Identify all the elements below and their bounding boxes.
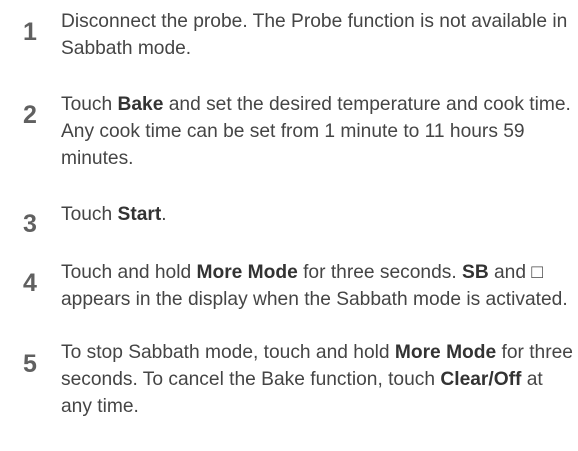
step-text-part: Touch [61,204,118,225]
step-text-part: To stop Sabbath mode, touch and hold [61,342,395,363]
step-number: 2 [23,101,37,129]
step-keyword-more-mode: More Mode [394,342,497,363]
step-number: 1 [23,18,37,46]
step-keyword-start: Start [117,204,162,225]
step-text: Touch Bake and set the desired temperatu… [61,91,573,172]
step-text: Touch and hold More Mode for three secon… [61,259,573,313]
step-keyword-more-mode: More Mode [196,262,298,283]
step-text: Touch Start. [61,201,573,228]
step-keyword-clear-off: Clear/Off [440,369,522,390]
step-text-part: for three seconds. [297,262,463,283]
step-text-part: Disconnect the probe. The Probe function… [61,11,568,59]
step-text: To stop Sabbath mode, touch and hold Mor… [61,339,573,420]
step-keyword-bake: Bake [117,94,164,115]
step-text-part: Touch [61,94,118,115]
step-number: 3 [23,210,37,238]
step-text-part: Touch and hold [61,262,197,283]
step-keyword-sb: SB [462,262,489,283]
step-text-part: . [161,204,167,225]
step-text: Disconnect the probe. The Probe function… [61,8,573,62]
step-number: 5 [23,350,37,378]
step-number: 4 [23,269,37,297]
